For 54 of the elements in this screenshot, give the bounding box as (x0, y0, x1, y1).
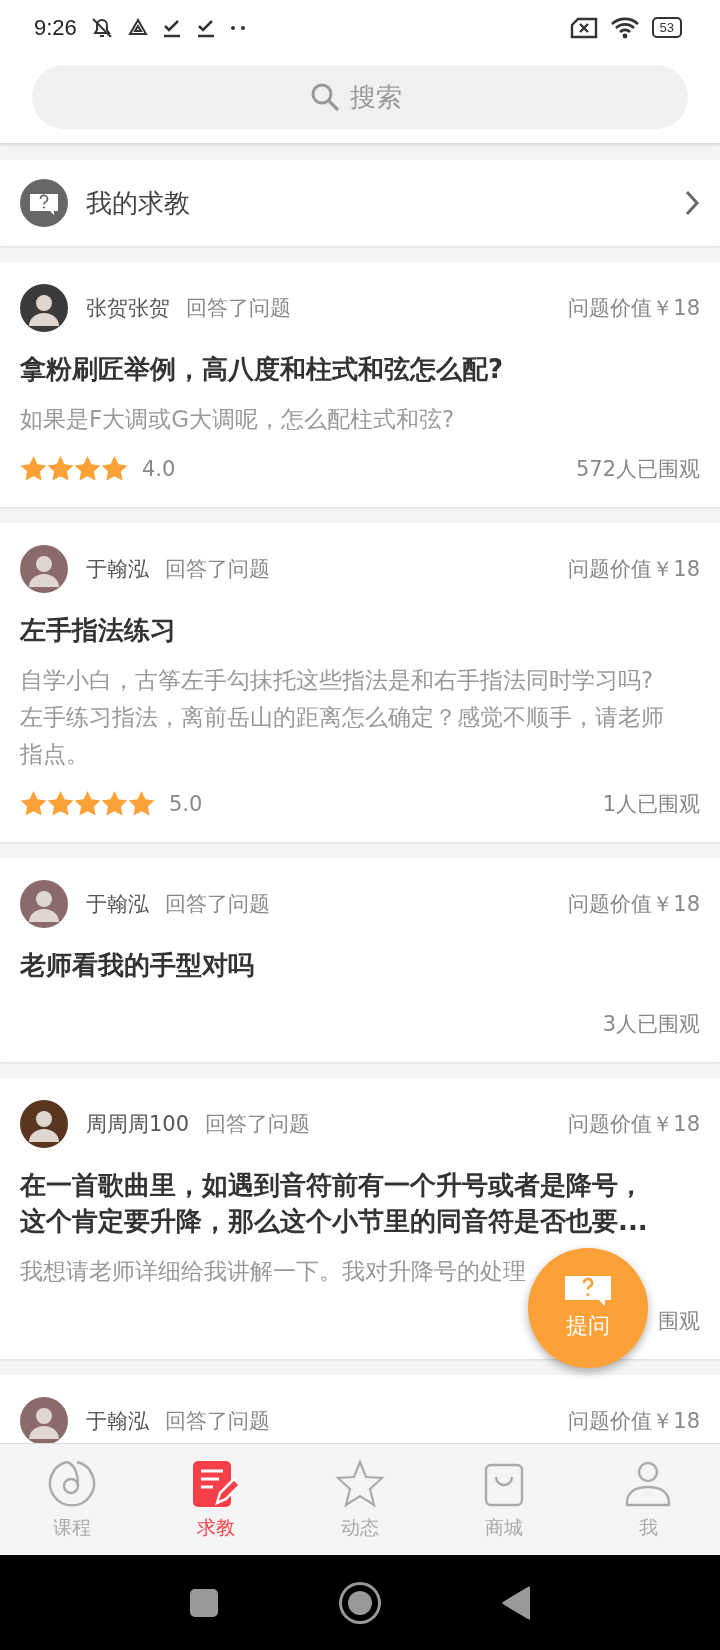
user-name: 于翰泓 (86, 1408, 149, 1435)
action-text: 回答了问题 (165, 1408, 270, 1435)
action-text: 回答了问题 (165, 556, 270, 583)
battery-icon: 53 (651, 17, 682, 38)
view-count: 572人已围观 (575, 456, 700, 483)
avatar (20, 545, 68, 593)
question-card[interactable]: 张贺张贺 回答了问题 问题价值￥18 拿粉刷匠举例，高八度和柱式和弦怎么配? 如果是F大调或G大调呢，怎么配柱式和弦? 4.0 572人已围观 (0, 262, 720, 507)
action-text: 回答了问题 (165, 891, 270, 918)
question-description: 如果是F大调或G大调呢，怎么配柱式和弦? (20, 405, 456, 434)
user-name: 张贺张贺 (86, 295, 170, 322)
action-text: 回答了问题 (205, 1111, 311, 1138)
star-icon (335, 1458, 385, 1509)
question-title: 左手指法练习 (20, 614, 177, 647)
question-price: 问题价值￥18 (568, 295, 700, 322)
question-card[interactable]: 于翰泓 回答了问题 问题价值￥18 (0, 1375, 720, 1443)
wifi-icon (609, 15, 640, 40)
question-price: 问题价值￥18 (568, 891, 700, 918)
note-pencil-icon (191, 1458, 241, 1509)
recents-button[interactable] (190, 1588, 218, 1617)
avatar (20, 284, 68, 332)
question-price: 问题价值￥18 (568, 1111, 700, 1138)
rating-value: 5.0 (169, 792, 203, 816)
question-bubble-icon (564, 1275, 612, 1307)
question-card[interactable]: 于翰泓 回答了问题 问题价值￥18 老师看我的手型对吗 3人已围观 (0, 858, 720, 1062)
music-disc-icon (47, 1458, 97, 1509)
more-dots-icon (228, 23, 247, 32)
view-count: 3人已围观 (602, 1011, 700, 1038)
view-count: 1人已围观 (602, 791, 700, 818)
question-card[interactable]: 于翰泓 回答了问题 问题价值￥18 左手指法练习 自学小白，古筝左手勾抹托这些指法是和右手指法同时学习吗?左手练习指法，离前岳山的距离怎么确定？感觉不顺手，请老师指点。 5.0 1人已围观 (0, 523, 720, 842)
question-title: 在一首歌曲里，如遇到音符前有一个升号或者是降号，这个肯定要升降，那么这个小节里的同音符是否也要... (20, 1169, 649, 1238)
user-name: 于翰泓 (86, 891, 149, 918)
question-description: 我想请老师详细给我讲解一下。我对升降号的处理 (20, 1257, 527, 1286)
status-time: 9:26 (34, 14, 77, 41)
user-name: 周周周100 (86, 1111, 190, 1138)
question-title: 拿粉刷匠举例，高八度和柱式和弦怎么配? (20, 353, 505, 386)
question-price: 问题价值￥18 (568, 556, 700, 583)
back-button[interactable] (502, 1585, 530, 1620)
question-price: 问题价值￥18 (568, 1408, 700, 1435)
rating-value: 4.0 (142, 457, 176, 481)
view-count: 围观 (658, 1308, 700, 1335)
avatar (20, 880, 68, 928)
no-sim-icon (569, 16, 598, 39)
search-icon (310, 82, 340, 112)
question-bubble-icon (20, 179, 68, 227)
search-input[interactable]: 搜索 (350, 82, 410, 112)
search-bar[interactable]: 搜索 (32, 65, 688, 129)
my-questions-row[interactable]: 我的求教 (0, 160, 720, 246)
user-name: 于翰泓 (86, 556, 149, 583)
avatar (20, 1397, 68, 1443)
question-description: 自学小白，古筝左手勾抹托这些指法是和右手指法同时学习吗?左手练习指法，离前岳山的距离怎么确定？感觉不顺手，请老师指点。 (20, 666, 665, 769)
chevron-right-icon (684, 189, 700, 217)
action-text: 回答了问题 (186, 295, 291, 322)
avatar (20, 1100, 68, 1148)
question-title: 老师看我的手型对吗 (20, 949, 255, 982)
